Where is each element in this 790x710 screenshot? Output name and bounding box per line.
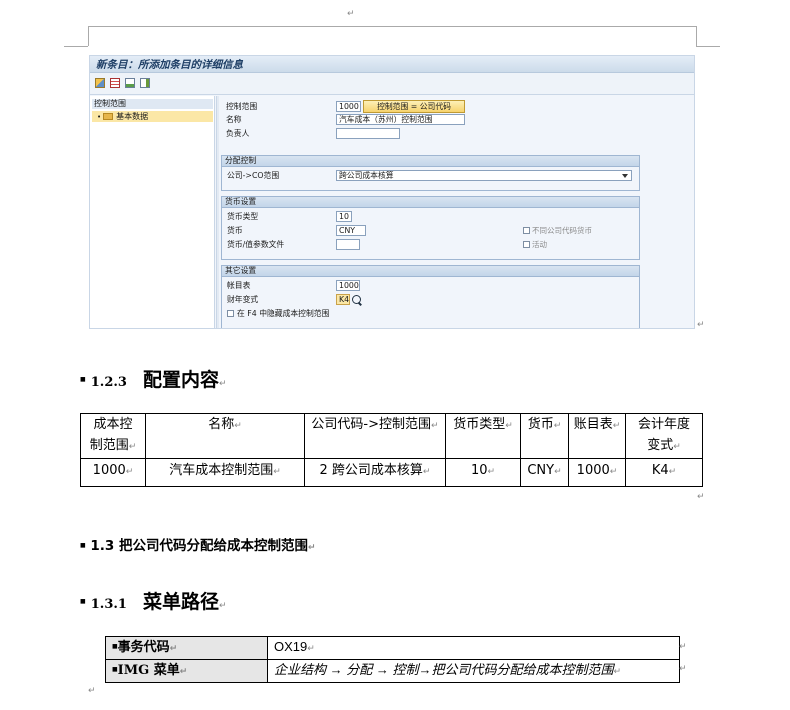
next-entry-icon[interactable] [140,78,150,88]
margin-corner-left-v [88,26,89,46]
cell: K4↵ [625,458,703,487]
currency-profile-label: 货币/值参数文件 [227,240,285,249]
tree-bullet-icon: • [97,113,102,121]
table-row: 1000↵ 汽车成本控制范围↵ 2 跨公司成本核算↵ 10↵ CNY↵ 1000… [80,458,703,487]
tcode-label-cell: ■事务代码↵ [105,636,268,660]
dropdown-value: 跨公司成本核算 [339,171,394,180]
responsible-field[interactable] [336,128,400,139]
pane-splitter[interactable] [216,96,219,328]
heading-title: 配置内容 [142,369,219,391]
name-field[interactable]: 汽车成本（苏州）控制范围 [336,114,465,125]
group-header: 其它设置 [222,266,639,277]
currency-type-label: 货币类型 [227,212,259,221]
table-row: ■IMG 菜单↵ 企业结构 → 分配 → 控制→把公司代码分配给成本控制范围↵ [105,659,680,683]
margin-corner-left [64,46,88,47]
header-cell: 货币类型↵ [445,413,521,459]
paragraph-mark: ↵ [308,543,316,553]
menu-path-table: ■事务代码↵ OX19↵ ■IMG 菜单↵ 企业结构 → 分配 → 控制→把公司… [105,636,680,683]
header-cell: 货币↵ [520,413,569,459]
paragraph-mark: ↵ [697,492,705,502]
header-cell: 会计年度 变式↵ [625,413,703,459]
currency-settings-group: 货币设置 货币类型 10 货币 CNY 货币/值参数文件 不同公司代码货币 活动 [221,196,640,260]
company-co-area-label: 公司->CO范围 [227,171,280,180]
folder-icon [103,113,114,120]
img-menu-value-cell: 企业结构 → 分配 → 控制→把公司代码分配给成本控制范围↵ [267,659,680,683]
paragraph-mark: ↵ [347,9,355,19]
group-header: 货币设置 [222,197,639,208]
margin-corner-right-v [696,26,697,46]
ctrl-area-equals-company-button[interactable]: 控制范围 = 公司代码 [363,100,465,113]
cell: 2 跨公司成本核算↵ [304,458,446,487]
cell: 汽车成本控制范围↵ [145,458,305,487]
img-menu-label-cell: ■IMG 菜单↵ [105,659,268,683]
sap-toolbar [90,73,694,95]
header-cell: 名称↵ [145,413,305,459]
chart-of-accounts-label: 帐目表 [227,281,251,290]
currency-field[interactable]: CNY [336,225,366,236]
chart-of-accounts-field[interactable]: 1000 [336,280,360,291]
paragraph-mark: ↵ [679,664,687,674]
header-cell: 成本控 制范围↵ [80,413,146,459]
cell: 1000↵ [80,458,146,487]
name-label: 名称 [226,115,242,124]
tcode-value-cell: OX19↵ [267,636,680,660]
responsible-label: 负责人 [226,129,250,138]
paragraph-mark: ↵ [679,642,687,652]
margin-corner-right [696,46,720,47]
sap-screenshot: 新条目：所添加条目的详细信息 控制范围 • 基本数据 控制范围 1000 控制范围… [89,55,695,329]
heading-bullet: ■ [80,598,86,605]
delete-icon[interactable] [110,78,120,88]
heading-bullet: ■ [80,542,86,549]
chevron-down-icon [622,174,628,178]
hide-in-f4-checkbox[interactable] [227,310,234,317]
cell: 1000↵ [568,458,626,487]
cell: CNY↵ [520,458,569,487]
search-help-icon[interactable] [352,295,361,304]
display-change-icon[interactable] [95,78,105,88]
config-table: 成本控 制范围↵ 名称↵ 公司代码->控制范围↵ 货币类型↵ 货币↵ 账目表↵ 会… [80,413,703,487]
tree-header: 控制范围 [92,99,213,109]
sap-title-bar: 新条目：所添加条目的详细信息 [90,56,694,73]
paragraph-mark: ↵ [218,601,227,611]
header-cell: 账目表↵ [568,413,626,459]
paragraph-mark: ↵ [218,379,227,389]
header-cell: 公司代码->控制范围↵ [304,413,446,459]
ctrl-area-label: 控制范围 [226,102,258,111]
currency-type-field[interactable]: 10 [336,211,352,222]
table-header-row: 成本控 制范围↵ 名称↵ 公司代码->控制范围↵ 货币类型↵ 货币↵ 账目表↵ 会… [80,413,703,459]
diff-currency-label: 不同公司代码货币 [532,226,592,235]
assignment-control-group: 分配控制 公司->CO范围 跨公司成本核算 [221,155,640,191]
active-checkbox[interactable] [523,241,530,248]
heading-title: 1.3 把公司代码分配给成本控制范围 [90,538,308,554]
other-settings-group: 其它设置 帐目表 1000 财年变式 K4 在 F4 中隐藏成本控制范围 [221,265,640,328]
diff-currency-checkbox[interactable] [523,227,530,234]
heading-1-3: ■ 1.3 把公司代码分配给成本控制范围↵ [80,534,316,554]
cell: 10↵ [445,458,521,487]
active-label: 活动 [532,240,547,249]
paragraph-mark: ↵ [88,686,96,696]
table-row: ■事务代码↵ OX19↵ [105,636,680,660]
sap-screen-title: 新条目：所添加条目的详细信息 [96,59,243,71]
fiscal-year-variant-field[interactable]: K4 [336,294,350,305]
hide-in-f4-label: 在 F4 中隐藏成本控制范围 [237,309,330,318]
header-line [88,26,696,27]
heading-bullet: ■ [80,376,86,383]
heading-title: 菜单路径 [142,591,219,613]
currency-profile-field[interactable] [336,239,360,250]
tree-item-basic-data[interactable]: • 基本数据 [92,111,213,122]
ctrl-area-field[interactable]: 1000 [336,101,361,112]
heading-number: 1.2.3 [90,375,127,390]
fiscal-year-variant-label: 财年变式 [227,295,259,304]
dialog-structure-tree: 控制范围 • 基本数据 [90,96,215,328]
heading-1-3-1: ■ 1.3.1 菜单路径↵ [80,587,227,614]
group-header: 分配控制 [222,156,639,167]
tree-item-label: 基本数据 [116,112,149,121]
paragraph-mark: ↵ [697,320,705,330]
currency-label: 货币 [227,226,243,235]
heading-number: 1.3.1 [90,597,127,612]
heading-1-2-3: ■ 1.2.3 配置内容↵ [80,365,227,392]
company-co-area-dropdown[interactable]: 跨公司成本核算 [336,170,632,181]
previous-entry-icon[interactable] [125,78,135,88]
